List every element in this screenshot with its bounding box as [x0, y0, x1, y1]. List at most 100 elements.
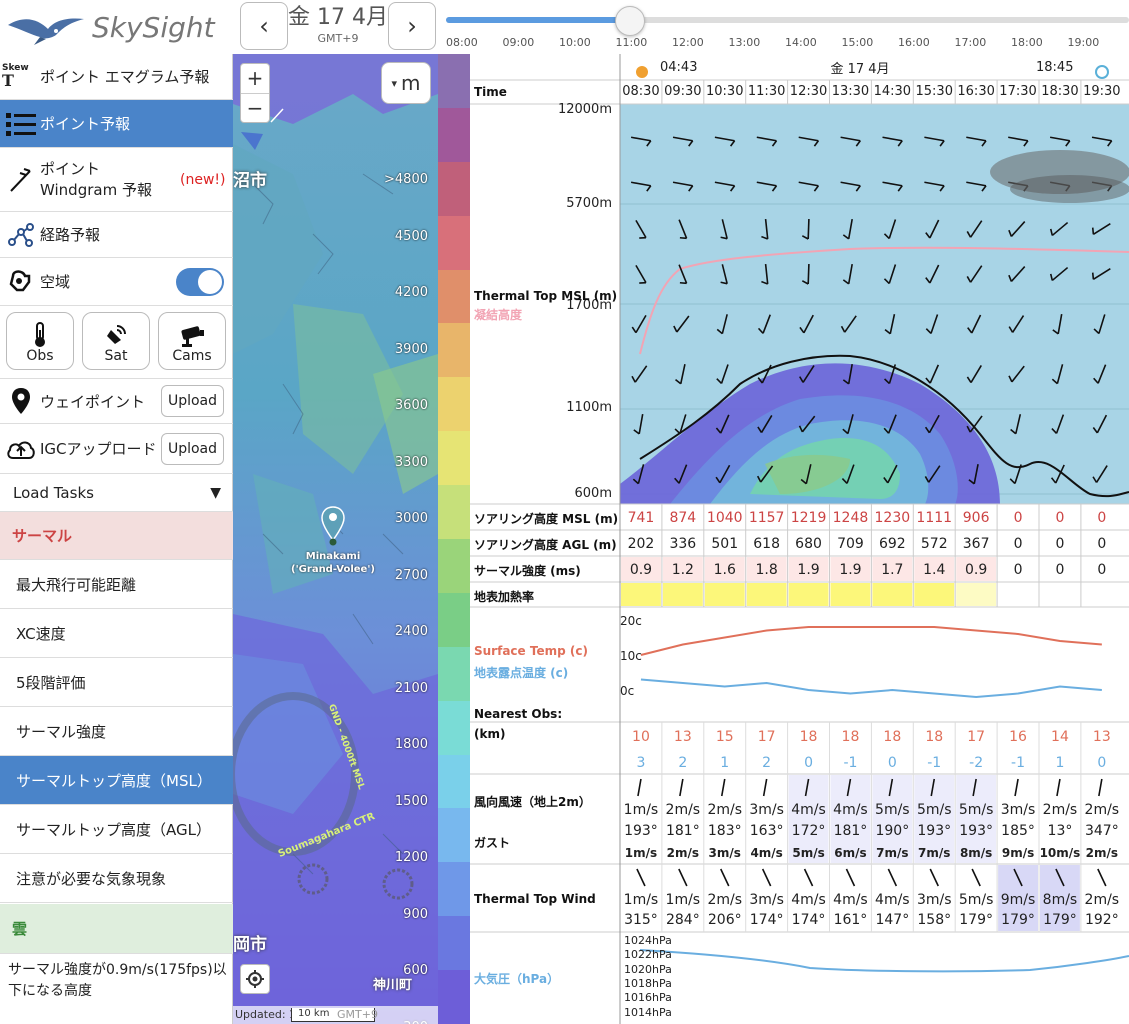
scale-swatch [438, 916, 470, 972]
waypoint-upload-button[interactable]: Upload [161, 385, 224, 417]
obs-dew-value: 2 [678, 755, 688, 771]
heating-cell-bg [914, 583, 955, 606]
wind2m-direction: 172° [791, 823, 826, 839]
ttw-barb [971, 868, 981, 887]
sidebar-item-label: 空域 [40, 273, 71, 291]
soaring-msl-value: 874 [669, 510, 697, 526]
legend-value: 900 [403, 906, 428, 922]
pressure-axis-label: 1022hPa [624, 948, 672, 962]
legend-value: 2400 [394, 624, 428, 639]
thermal-item[interactable]: サーマル強度 [0, 707, 233, 756]
gust-value: 9m/s [1001, 846, 1035, 860]
waypoint-label: ウェイポイント [40, 392, 146, 411]
thermal-strength-value: 1.9 [797, 562, 820, 578]
date-display: 金 17 4月 GMT+9 [288, 4, 388, 52]
site-name: Minakami ('Grand-Volee') [273, 550, 393, 576]
surface-temp-line [640, 626, 1102, 656]
ttw-direction: 206° [707, 912, 742, 928]
soaring-agl-value: 367 [962, 536, 990, 552]
thermal-item[interactable]: サーマルトップ高度（MSL） [0, 756, 233, 805]
scale-swatch [438, 431, 470, 487]
soaring-msl-value: 1230 [874, 510, 911, 526]
unit-selector[interactable]: ▾ m [381, 62, 431, 104]
obs-dew-value: 0 [887, 755, 897, 771]
site-title: Minakami [305, 551, 361, 562]
wind2m-direction: 347° [1084, 823, 1119, 839]
locate-button[interactable] [240, 964, 270, 994]
heating-cell-bg [956, 583, 997, 606]
map-view[interactable]: + − ▾ m 沼市 岡市 神川町 Minakami ('Grand-Volee… [233, 54, 438, 1024]
ttw-barb [803, 868, 814, 887]
timezone-label: GMT+9 [317, 32, 359, 45]
thermal-item[interactable]: 注意が必要な気象現象 [0, 854, 233, 903]
soaring-msl-value: 1219 [790, 510, 827, 526]
legend-value: 3600 [394, 398, 428, 413]
thermal-strength-value: 1.9 [839, 562, 862, 578]
cams-button[interactable]: Cams [158, 312, 226, 370]
airspace-toggle[interactable] [176, 267, 224, 296]
sunrise-time: 04:43 [660, 60, 698, 75]
sidebar-item-windgram[interactable]: ポイント Windgram 予報 (new!) [0, 148, 233, 212]
route-icon [2, 222, 40, 247]
prev-day-button[interactable]: ‹ [240, 2, 288, 50]
legend-value: 3900 [394, 341, 428, 357]
obs-dew-value: 1 [720, 755, 730, 771]
sidebar-item-airspace[interactable]: 空域 [0, 258, 233, 306]
legend-value: 2100 [394, 680, 428, 696]
sat-button[interactable]: Sat [82, 312, 150, 370]
scale-swatch [438, 107, 470, 163]
thermal-item[interactable]: 5段階評価 [0, 658, 233, 707]
list-icon [2, 112, 40, 136]
zoom-in-button[interactable]: + [247, 64, 264, 93]
next-day-button[interactable]: › [388, 2, 436, 50]
scale-swatch [438, 323, 470, 379]
time-header: 19:30 [1083, 84, 1121, 99]
section-thermal[interactable]: サーマル [0, 512, 233, 560]
scale-swatch [438, 862, 470, 918]
sidebar-item-point-forecast[interactable]: ポイント予報 [0, 100, 233, 148]
timeline-tick: 15:00 [841, 36, 874, 49]
sidebar-item-igc[interactable]: IGCアップロード Upload [0, 424, 233, 474]
timeline-tick: 16:00 [898, 36, 930, 49]
thermal-item[interactable]: サーマルトップ高度（AGL） [0, 805, 233, 854]
sidebar-item-label: サーマル強度が0.9m/s(175fps)以下になる高度 [8, 962, 227, 999]
timeline-handle[interactable] [615, 6, 646, 36]
zoom-out-button[interactable]: − [241, 92, 269, 122]
site-marker[interactable] [321, 506, 345, 550]
scale-swatch [438, 215, 470, 271]
sidebar-item-route[interactable]: 経路予報 [0, 212, 233, 258]
section-label: サーマル [12, 527, 73, 545]
sidebar-item-waypoint[interactable]: ウェイポイント Upload [0, 378, 233, 424]
soaring-msl-value: 0 [1013, 510, 1023, 526]
soaring-agl-value: 618 [753, 536, 780, 552]
soaring-msl-value: 741 [627, 510, 655, 526]
sunset-icon [1095, 65, 1109, 79]
wind2m-speed: 3m/s [749, 802, 784, 818]
thermal-strength-value: 0 [1055, 562, 1065, 578]
sidebar-item-cloud-base[interactable]: サーマル強度が0.9m/s(175fps)以下になる高度 [0, 954, 233, 1010]
wind2m-barb [1056, 778, 1061, 797]
ttw-speed: 5m/s [958, 892, 994, 908]
load-tasks-dropdown[interactable]: Load Tasks ▼ [0, 474, 233, 512]
igc-upload-button[interactable]: Upload [161, 432, 224, 465]
scale-swatch [438, 54, 470, 109]
obs-temp-value: 17 [967, 729, 986, 745]
obs-button[interactable]: Obs [6, 312, 74, 370]
sidebar-item-skewt[interactable]: Skew T ポイント エマグラム予報 [0, 54, 233, 100]
cloud-cover [1010, 175, 1129, 203]
thermal-item[interactable]: XC速度 [0, 609, 233, 658]
ttw-direction: 174° [749, 912, 784, 928]
section-cloud[interactable]: 雲 [0, 904, 233, 954]
scale-swatch [438, 539, 470, 594]
updated-label: Updated: 1 [235, 1008, 297, 1021]
thermal-strength-value: 1.6 [713, 562, 736, 578]
updated-tz: GMT+9 [337, 1008, 378, 1021]
ttw-direction: 147° [875, 912, 910, 928]
sidebar-item-label: ポイント予報 [40, 115, 131, 133]
gust-value: 1m/s [624, 846, 658, 860]
ttw-speed: 4m/s [833, 892, 868, 908]
crosshair-icon [246, 970, 264, 988]
airspace-icon [2, 268, 40, 296]
pressure-axis-label: 1024hPa [624, 934, 672, 947]
thermal-item[interactable]: 最大飛行可能距離 [0, 560, 233, 609]
